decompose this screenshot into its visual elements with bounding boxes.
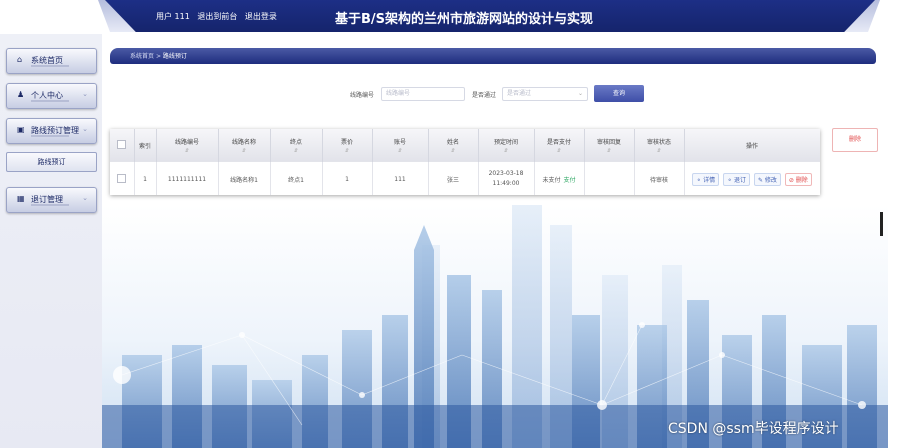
row-select[interactable] xyxy=(110,161,135,195)
cell-index: 1 xyxy=(134,161,157,195)
breadcrumb-current: 路线预订 xyxy=(162,53,187,60)
header-booking-time[interactable]: 预定时间 ⇵ xyxy=(478,129,535,162)
back-to-front-link[interactable]: 退出到前台 xyxy=(197,12,237,21)
header-name[interactable]: 姓名 ⇵ xyxy=(428,129,479,162)
user-label: 用户 111 xyxy=(156,12,190,21)
cell-account: 111 xyxy=(372,161,429,195)
row-checkbox[interactable] xyxy=(117,173,127,183)
sort-icon[interactable]: ⇵ xyxy=(587,148,632,154)
sidebar-item-cancellation[interactable]: ▦ 退订管理 ⌄ xyxy=(6,187,97,213)
sidebar-item-home[interactable]: ⌂ 系统首页 xyxy=(6,48,97,74)
sort-icon[interactable]: ⇵ xyxy=(537,148,582,154)
label-underline xyxy=(31,100,69,102)
cell-route-no: 1111111111 xyxy=(156,161,219,195)
sort-icon[interactable]: ⇵ xyxy=(637,148,682,154)
sort-icon[interactable]: ⇵ xyxy=(221,148,268,154)
header-route-name[interactable]: 线路名称 ⇵ xyxy=(218,129,271,162)
header-destination[interactable]: 终点 ⇵ xyxy=(270,129,323,162)
booking-table: 索引 线路编号 ⇵ 线路名称 ⇵ 终点 ⇵ 票价 ⇵ 账号 ⇵ 姓名 ⇵ 预定时间 ⇵ 是否支… xyxy=(110,129,820,195)
cell-review-reply xyxy=(584,161,635,195)
is-approved-placeholder: 是否通过 xyxy=(507,90,532,97)
cell-booking-time: 2023-03-18 11:49:00 xyxy=(478,161,535,195)
chevron-down-icon: ⌄ xyxy=(82,125,88,133)
scrollbar-thumb[interactable] xyxy=(880,212,883,236)
header-index: 索引 xyxy=(134,129,157,162)
label-underline xyxy=(31,65,69,67)
header-actions: 操作 xyxy=(684,129,820,162)
sort-icon[interactable]: ⇵ xyxy=(481,148,532,154)
grid-icon: ▦ xyxy=(17,194,25,203)
select-all-checkbox[interactable] xyxy=(117,139,127,149)
cell-price: 1 xyxy=(322,161,373,195)
header-select[interactable] xyxy=(110,129,135,162)
table-header-row: 索引 线路编号 ⇵ 线路名称 ⇵ 终点 ⇵ 票价 ⇵ 账号 ⇵ 姓名 ⇵ 预定时间 ⇵ 是否支… xyxy=(110,129,820,162)
route-no-label: 线路编号 xyxy=(350,92,375,99)
cell-actions: ⚬ 详情 ⚬ 退订 ✎ 修改 ⊘ 删除 xyxy=(684,161,820,195)
chevron-down-icon: ⌄ xyxy=(577,90,583,97)
delete-button[interactable]: ⊘ 删除 xyxy=(784,172,812,186)
site-title: 基于B/S架构的兰州市旅游网站的设计与实现 xyxy=(335,12,594,27)
city-skyline-image xyxy=(102,205,888,448)
cell-is-paid: 未支付 支付 xyxy=(534,161,585,195)
breadcrumb: 系统首页 > 路线预订 xyxy=(130,51,187,60)
sort-icon[interactable]: ⇵ xyxy=(431,148,476,154)
sort-icon[interactable]: ⇵ xyxy=(375,148,426,154)
cell-name: 张三 xyxy=(428,161,479,195)
header-is-paid[interactable]: 是否支付 ⇵ xyxy=(534,129,585,162)
breadcrumb-home[interactable]: 系统首页 xyxy=(130,53,154,60)
header-review-reply[interactable]: 审核回复 ⇵ xyxy=(584,129,635,162)
top-banner: 用户 111 退出到前台 退出登录 基于B/S架构的兰州市旅游网站的设计与实现 xyxy=(0,0,912,34)
person-icon: ♟ xyxy=(17,90,25,99)
watermark: CSDN @ssm毕设程序设计 xyxy=(668,421,839,437)
chevron-down-icon: ⌄ xyxy=(82,194,88,202)
sort-icon[interactable]: ⇵ xyxy=(273,148,320,154)
header-price[interactable]: 票价 ⇵ xyxy=(322,129,373,162)
logout-link[interactable]: 退出登录 xyxy=(245,12,277,21)
cell-destination: 终点1 xyxy=(270,161,323,195)
label-underline xyxy=(31,204,69,206)
delete-selected-button[interactable]: 删除 xyxy=(832,128,878,152)
query-button[interactable]: 查询 xyxy=(594,85,644,102)
is-approved-select[interactable]: 是否通过 ⌄ xyxy=(502,87,588,101)
cell-route-name: 线路名称1 xyxy=(218,161,271,195)
sort-icon[interactable]: ⇵ xyxy=(159,148,216,154)
edit-button[interactable]: ✎ 修改 xyxy=(753,172,781,186)
header-route-no[interactable]: 线路编号 ⇵ xyxy=(156,129,219,162)
home-icon: ⌂ xyxy=(17,55,23,64)
sidebar-item-route-booking[interactable]: ▣ 路线预订管理 ⌄ xyxy=(6,118,97,144)
route-no-input[interactable]: 线路编号 xyxy=(381,87,465,101)
cell-review-status: 待审核 xyxy=(634,161,685,195)
label-underline xyxy=(31,135,69,137)
cancel-booking-button[interactable]: ⚬ 退订 xyxy=(723,172,751,186)
monitor-icon: ▣ xyxy=(17,125,25,134)
header-account[interactable]: 账号 ⇵ xyxy=(372,129,429,162)
is-approved-label: 是否通过 xyxy=(472,92,497,99)
pay-link[interactable]: 支付 xyxy=(564,177,576,184)
sort-icon[interactable]: ⇵ xyxy=(325,148,370,154)
breadcrumb-bar xyxy=(110,48,876,64)
table-row: 1 1111111111 线路名称1 终点1 1 111 张三 2023-03-… xyxy=(110,161,820,195)
chevron-down-icon: ⌄ xyxy=(82,90,88,98)
breadcrumb-separator: > xyxy=(155,53,161,60)
detail-button[interactable]: ⚬ 详情 xyxy=(692,172,720,186)
sidebar-item-profile[interactable]: ♟ 个人中心 ⌄ xyxy=(6,83,97,109)
header-review-status[interactable]: 审核状态 ⇵ xyxy=(634,129,685,162)
top-links: 用户 111 退出到前台 退出登录 xyxy=(156,11,282,22)
sidebar-subitem-route-booking[interactable]: 路线预订 xyxy=(6,152,97,172)
paid-status: 未支付 xyxy=(542,176,561,184)
